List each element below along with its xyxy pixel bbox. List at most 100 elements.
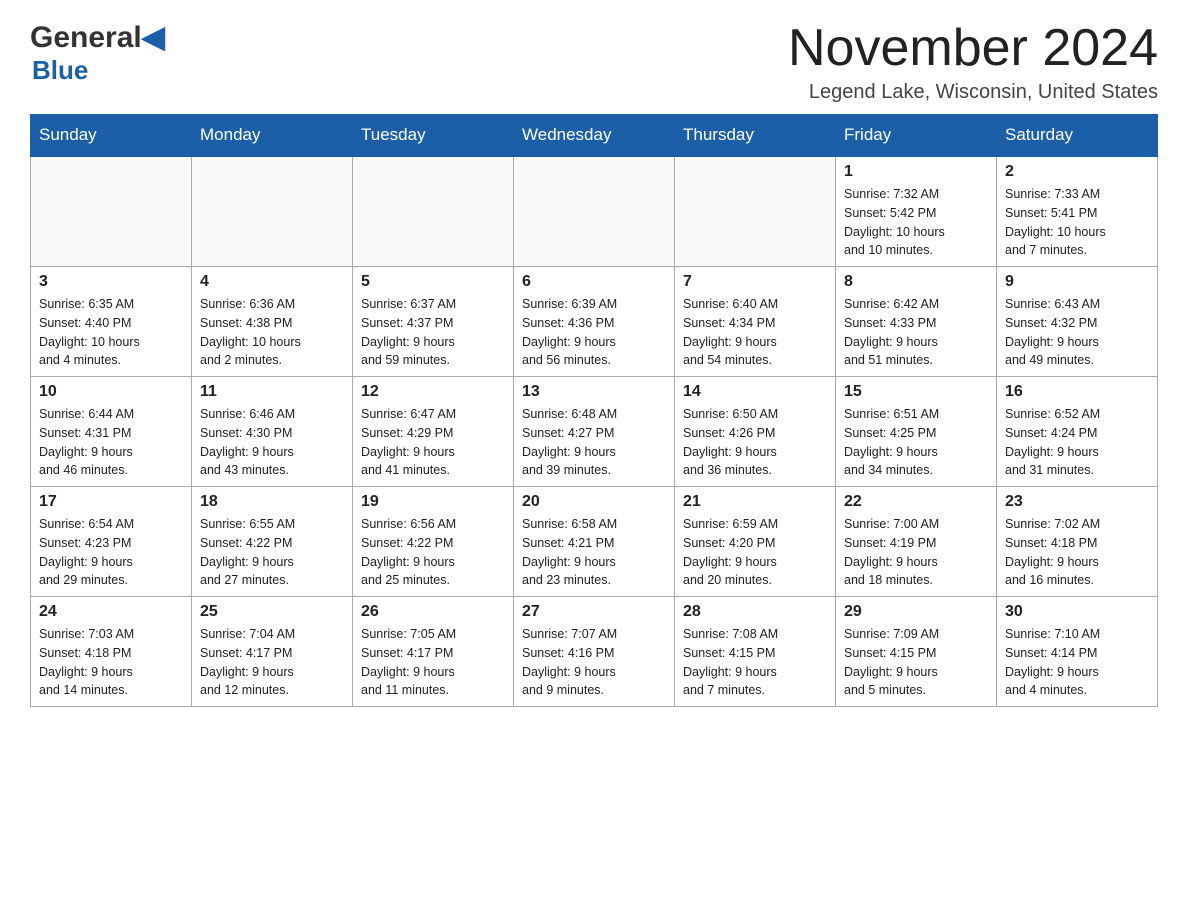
day-info: Sunrise: 6:39 AMSunset: 4:36 PMDaylight:… [522,295,666,370]
day-info: Sunrise: 6:55 AMSunset: 4:22 PMDaylight:… [200,515,344,590]
day-info: Sunrise: 7:07 AMSunset: 4:16 PMDaylight:… [522,625,666,700]
calendar-cell: 5 Sunrise: 6:37 AMSunset: 4:37 PMDaylight… [353,267,514,377]
day-number: 20 [522,493,666,511]
day-number: 28 [683,603,827,621]
day-info: Sunrise: 6:40 AMSunset: 4:34 PMDaylight:… [683,295,827,370]
day-number: 10 [39,383,183,401]
calendar-cell [31,156,192,267]
calendar-cell: 14Sunrise: 6:50 AMSunset: 4:26 PMDayligh… [675,377,836,487]
day-number: 27 [522,603,666,621]
calendar-cell: 16 Sunrise: 6:52 AMSunset: 4:24 PMDayligh… [997,377,1158,487]
calendar-cell: 24 Sunrise: 7:03 AMSunset: 4:18 PMDayligh… [31,597,192,707]
calendar-cell: 26 Sunrise: 7:05 AMSunset: 4:17 PMDayligh… [353,597,514,707]
calendar-cell: 19 Sunrise: 6:56 AMSunset: 4:22 PMDayligh… [353,487,514,597]
col-wednesday: Wednesday [514,115,675,157]
calendar-week-3: 10 Sunrise: 6:44 AMSunset: 4:31 PMDayligh… [31,377,1158,487]
day-number: 23 [1005,493,1149,511]
col-tuesday: Tuesday [353,115,514,157]
calendar-cell: 10 Sunrise: 6:44 AMSunset: 4:31 PMDayligh… [31,377,192,487]
day-info: Sunrise: 7:32 AMSunset: 5:42 PMDaylight:… [844,185,988,260]
calendar-cell: 30 Sunrise: 7:10 AMSunset: 4:14 PMDayligh… [997,597,1158,707]
calendar-cell: 6Sunrise: 6:39 AMSunset: 4:36 PMDaylight… [514,267,675,377]
day-number: 30 [1005,603,1149,621]
calendar-week-5: 24 Sunrise: 7:03 AMSunset: 4:18 PMDayligh… [31,597,1158,707]
calendar-cell: 9 Sunrise: 6:43 AMSunset: 4:32 PMDaylight… [997,267,1158,377]
month-title: November 2024 [788,20,1158,77]
day-info: Sunrise: 6:56 AMSunset: 4:22 PMDaylight:… [361,515,505,590]
day-number: 5 [361,273,505,291]
calendar-cell: 3 Sunrise: 6:35 AMSunset: 4:40 PMDaylight… [31,267,192,377]
day-info: Sunrise: 6:51 AMSunset: 4:25 PMDaylight:… [844,405,988,480]
day-info: Sunrise: 7:04 AMSunset: 4:17 PMDaylight:… [200,625,344,700]
calendar-cell: 28 Sunrise: 7:08 AMSunset: 4:15 PMDayligh… [675,597,836,707]
calendar-cell: 12Sunrise: 6:47 AMSunset: 4:29 PMDayligh… [353,377,514,487]
day-info: Sunrise: 6:59 AMSunset: 4:20 PMDaylight:… [683,515,827,590]
calendar-cell: 20 Sunrise: 6:58 AMSunset: 4:21 PMDayligh… [514,487,675,597]
day-info: Sunrise: 6:58 AMSunset: 4:21 PMDaylight:… [522,515,666,590]
calendar-week-1: 1 Sunrise: 7:32 AMSunset: 5:42 PMDaylight… [31,156,1158,267]
col-saturday: Saturday [997,115,1158,157]
day-info: Sunrise: 6:46 AMSunset: 4:30 PMDaylight:… [200,405,344,480]
day-info: Sunrise: 6:42 AMSunset: 4:33 PMDaylight:… [844,295,988,370]
day-number: 9 [1005,273,1149,291]
day-number: 3 [39,273,183,291]
day-info: Sunrise: 6:44 AMSunset: 4:31 PMDaylight:… [39,405,183,480]
day-info: Sunrise: 7:09 AMSunset: 4:15 PMDaylight:… [844,625,988,700]
day-info: Sunrise: 7:08 AMSunset: 4:15 PMDaylight:… [683,625,827,700]
day-number: 18 [200,493,344,511]
day-info: Sunrise: 6:35 AMSunset: 4:40 PMDaylight:… [39,295,183,370]
day-number: 25 [200,603,344,621]
day-number: 11 [200,383,344,401]
day-number: 21 [683,493,827,511]
day-info: Sunrise: 7:03 AMSunset: 4:18 PMDaylight:… [39,625,183,700]
day-number: 16 [1005,383,1149,401]
day-number: 26 [361,603,505,621]
calendar-cell: 25 Sunrise: 7:04 AMSunset: 4:17 PMDayligh… [192,597,353,707]
col-sunday: Sunday [31,115,192,157]
day-number: 7 [683,273,827,291]
day-info: Sunrise: 6:50 AMSunset: 4:26 PMDaylight:… [683,405,827,480]
day-info: Sunrise: 6:37 AMSunset: 4:37 PMDaylight:… [361,295,505,370]
calendar-cell [353,156,514,267]
day-info: Sunrise: 7:05 AMSunset: 4:17 PMDaylight:… [361,625,505,700]
day-info: Sunrise: 7:02 AMSunset: 4:18 PMDaylight:… [1005,515,1149,590]
logo: General◀ Blue [30,20,165,86]
calendar-cell: 2 Sunrise: 7:33 AMSunset: 5:41 PMDaylight… [997,156,1158,267]
calendar-cell: 1 Sunrise: 7:32 AMSunset: 5:42 PMDaylight… [836,156,997,267]
calendar-cell: 18 Sunrise: 6:55 AMSunset: 4:22 PMDayligh… [192,487,353,597]
day-info: Sunrise: 6:48 AMSunset: 4:27 PMDaylight:… [522,405,666,480]
calendar-cell: 8Sunrise: 6:42 AMSunset: 4:33 PMDaylight… [836,267,997,377]
calendar-cell [675,156,836,267]
day-info: Sunrise: 6:43 AMSunset: 4:32 PMDaylight:… [1005,295,1149,370]
day-info: Sunrise: 6:36 AMSunset: 4:38 PMDaylight:… [200,295,344,370]
calendar-cell: 7 Sunrise: 6:40 AMSunset: 4:34 PMDaylight… [675,267,836,377]
calendar-cell [192,156,353,267]
calendar-week-2: 3 Sunrise: 6:35 AMSunset: 4:40 PMDaylight… [31,267,1158,377]
calendar-cell: 27 Sunrise: 7:07 AMSunset: 4:16 PMDayligh… [514,597,675,707]
day-info: Sunrise: 7:10 AMSunset: 4:14 PMDaylight:… [1005,625,1149,700]
day-number: 1 [844,163,988,181]
calendar-cell: 4 Sunrise: 6:36 AMSunset: 4:38 PMDaylight… [192,267,353,377]
logo-general-text: General◀ [30,20,165,55]
day-info: Sunrise: 6:52 AMSunset: 4:24 PMDaylight:… [1005,405,1149,480]
calendar-cell: 22Sunrise: 7:00 AMSunset: 4:19 PMDayligh… [836,487,997,597]
day-info: Sunrise: 7:33 AMSunset: 5:41 PMDaylight:… [1005,185,1149,260]
calendar-cell [514,156,675,267]
logo-general-word: General [30,21,142,55]
calendar-cell: 13Sunrise: 6:48 AMSunset: 4:27 PMDayligh… [514,377,675,487]
calendar-cell: 29 Sunrise: 7:09 AMSunset: 4:15 PMDayligh… [836,597,997,707]
calendar-week-4: 17Sunrise: 6:54 AMSunset: 4:23 PMDayligh… [31,487,1158,597]
day-number: 19 [361,493,505,511]
calendar-cell: 11 Sunrise: 6:46 AMSunset: 4:30 PMDayligh… [192,377,353,487]
day-number: 29 [844,603,988,621]
day-number: 4 [200,273,344,291]
day-info: Sunrise: 6:54 AMSunset: 4:23 PMDaylight:… [39,515,183,590]
day-number: 22 [844,493,988,511]
location-title: Legend Lake, Wisconsin, United States [788,81,1158,104]
day-number: 15 [844,383,988,401]
day-number: 2 [1005,163,1149,181]
col-friday: Friday [836,115,997,157]
day-number: 12 [361,383,505,401]
day-number: 24 [39,603,183,621]
title-block: November 2024 Legend Lake, Wisconsin, Un… [788,20,1158,104]
